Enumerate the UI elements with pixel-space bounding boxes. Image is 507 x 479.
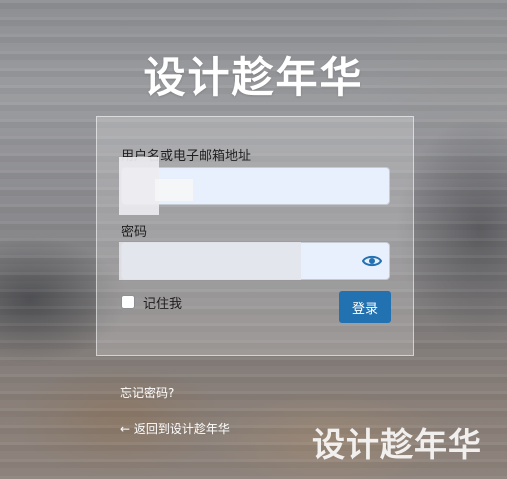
lost-password-link[interactable]: 忘记密码? <box>120 384 174 401</box>
watermark: 设计趁年华 <box>312 425 482 464</box>
back-to-site-link[interactable]: ← 返回到设计趁年华 <box>120 420 230 437</box>
remember-me-label[interactable]: 记住我 <box>143 293 182 312</box>
password-input[interactable] <box>121 242 390 280</box>
remember-me-row: 记住我 <box>121 293 182 312</box>
login-form: 用户名或电子邮箱地址 密码 记住我 登录 <box>96 116 414 356</box>
username-input[interactable] <box>121 167 390 205</box>
site-logo-title[interactable]: 设计趁年华 <box>0 44 507 105</box>
login-button[interactable]: 登录 <box>339 291 391 323</box>
username-label: 用户名或电子邮箱地址 <box>121 149 252 164</box>
remember-me-checkbox[interactable] <box>121 295 135 309</box>
login-page: 设计趁年华 用户名或电子邮箱地址 密码 记住我 登录 忘记密码? ← 返回到设计… <box>0 0 507 479</box>
show-password-button[interactable] <box>359 249 385 273</box>
password-label: 密码 <box>121 225 148 240</box>
eye-icon <box>362 255 382 267</box>
